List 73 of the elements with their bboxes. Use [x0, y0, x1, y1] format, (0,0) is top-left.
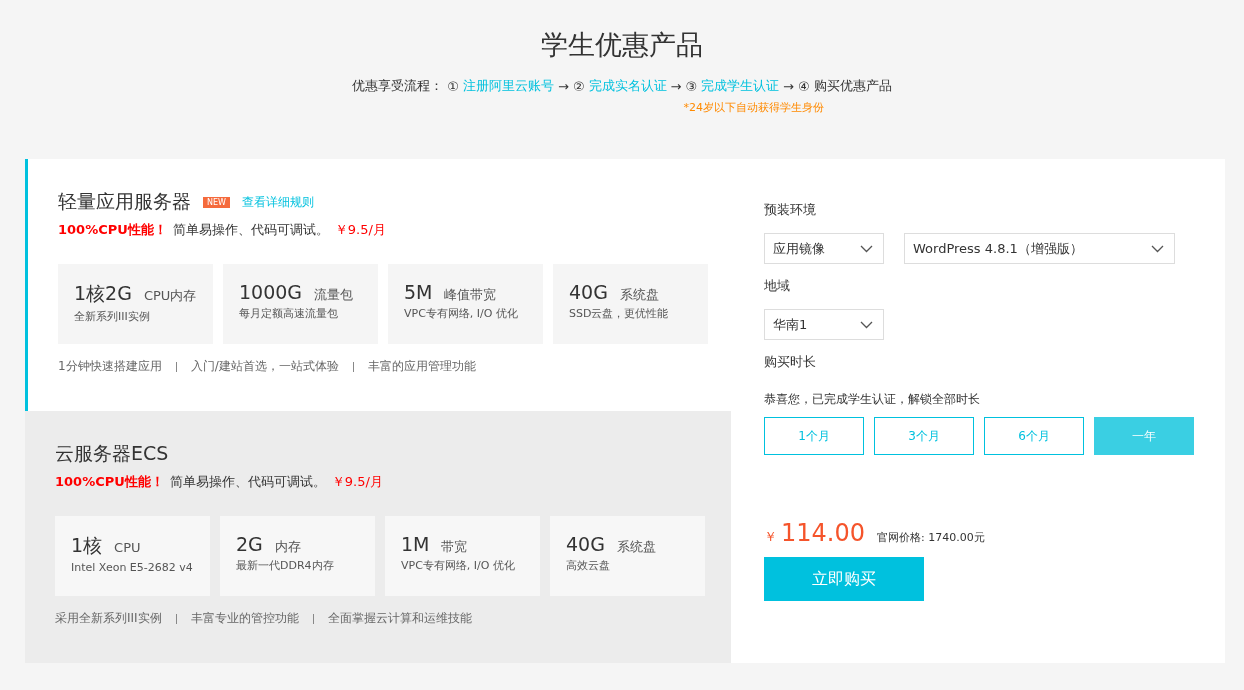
spec-value: 1核 [71, 533, 103, 558]
duration-option[interactable]: 6个月 [984, 417, 1084, 455]
spec-unit: CPU内存 [143, 287, 197, 305]
field-label: 预装环境 [764, 201, 816, 219]
spec-detail: Intel Xeon E5-2682 v4 [71, 561, 194, 574]
spec-detail: VPC专有网络, I/O 优化 [401, 558, 516, 573]
age-note: *24岁以下自动获得学生身份 [683, 100, 824, 115]
spec-unit: CPU [114, 540, 141, 555]
highlight-text: 100%CPU性能！ [55, 473, 164, 491]
spec-detail: 每月定额高速流量包 [239, 306, 339, 321]
arrow-separator: → [783, 78, 794, 94]
product-description: 简单易操作、代码可调试。 [169, 473, 326, 491]
product-description: 简单易操作、代码可调试。 [172, 221, 329, 239]
chevron-down-icon [860, 244, 873, 253]
duration-option[interactable]: 3个月 [874, 417, 974, 455]
feature-text: 采用全新系列III实例 [55, 610, 162, 627]
spec-unit: 系统盘 [619, 286, 659, 304]
spec-value: 40G [566, 533, 605, 555]
step-number: ② [572, 78, 585, 94]
field-label: 购买时长 [764, 353, 816, 371]
step-link[interactable]: 完成学生认证 [701, 77, 780, 95]
duration-option[interactable]: 一年 [1094, 417, 1194, 455]
spec-unit: 系统盘 [616, 538, 656, 556]
currency-sign: ￥ [764, 528, 777, 546]
step-link[interactable]: 注册阿里云账号 [463, 77, 554, 95]
step-number: ③ [685, 78, 698, 94]
feature-text: 丰富专业的管控功能 [190, 610, 299, 627]
list-price: 官网价格: 1740.00元 [877, 530, 985, 545]
dropdown[interactable]: 华南1 [764, 309, 884, 340]
step-number: ④ [798, 78, 810, 94]
page-title: 学生优惠产品 [540, 28, 704, 62]
product-panel[interactable]: 云服务器ECS 100%CPU性能！ 简单易操作、代码可调试。 ￥9.5/月 1核 CPU Intel Xeon E5-2682 v4 2G 内存 最新一代DDR4内存 1M 带宽 VPC专有网络, I/O 优化 40G 系统盘 高效云盘 采用全新系列III实例 丰富专业的管控功能 全面掌握云计算和运维技能 [25, 411, 731, 663]
chevron-down-icon [860, 320, 873, 329]
spec-detail: 最新一代DDR4内存 [236, 558, 335, 573]
spec-value: 1M [401, 533, 430, 555]
feature-text: 1分钟快速搭建应用 [58, 358, 162, 375]
chevron-down-icon [1151, 244, 1164, 253]
spec-detail: 全新系列III实例 [74, 309, 151, 324]
buy-button[interactable]: 立即购买 [764, 557, 924, 601]
spec-value: 40G [569, 281, 608, 303]
feature-text: 入门/建站首选，一站式体验 [190, 358, 339, 375]
step-number: ① [447, 78, 459, 94]
dropdown[interactable]: WordPress 4.8.1（增强版） [904, 233, 1175, 264]
spec-unit: 峰值带宽 [444, 286, 497, 304]
field-label: 地域 [764, 277, 790, 295]
spec-detail: SSD云盘，更优性能 [569, 306, 670, 321]
spec-unit: 内存 [274, 538, 301, 556]
highlight-text: 100%CPU性能！ [58, 221, 167, 239]
duration-note: 恭喜您，已完成学生认证，解锁全部时长 [764, 391, 980, 408]
spec-detail: 高效云盘 [566, 558, 611, 573]
new-badge: NEW [203, 196, 230, 208]
product-name: 云服务器ECS [55, 441, 169, 466]
arrow-separator: → [558, 78, 569, 94]
spec-value: 5M [404, 281, 433, 303]
spec-unit: 流量包 [314, 286, 354, 304]
duration-option[interactable]: 1个月 [764, 417, 864, 455]
product-price: ￥9.5/月 [334, 221, 386, 239]
spec-value: 1核2G [74, 281, 132, 306]
rules-link[interactable]: 查看详细规则 [241, 193, 314, 211]
spec-value: 1000G [239, 281, 303, 303]
arrow-separator: → [670, 78, 682, 94]
product-price: ￥9.5/月 [331, 473, 383, 491]
spec-unit: 带宽 [441, 538, 468, 556]
step-text: 购买优惠产品 [813, 77, 892, 95]
dropdown[interactable]: 应用镜像 [764, 233, 884, 264]
spec-detail: VPC专有网络, I/O 优化 [404, 306, 519, 321]
flow-label: 优惠享受流程： [352, 77, 444, 95]
total-price: 114.00 [781, 519, 865, 547]
step-link[interactable]: 完成实名认证 [588, 77, 667, 95]
product-name: 轻量应用服务器 [58, 189, 191, 214]
feature-text: 全面掌握云计算和运维技能 [327, 610, 472, 627]
feature-text: 丰富的应用管理功能 [367, 358, 476, 375]
spec-value: 2G [236, 533, 263, 555]
